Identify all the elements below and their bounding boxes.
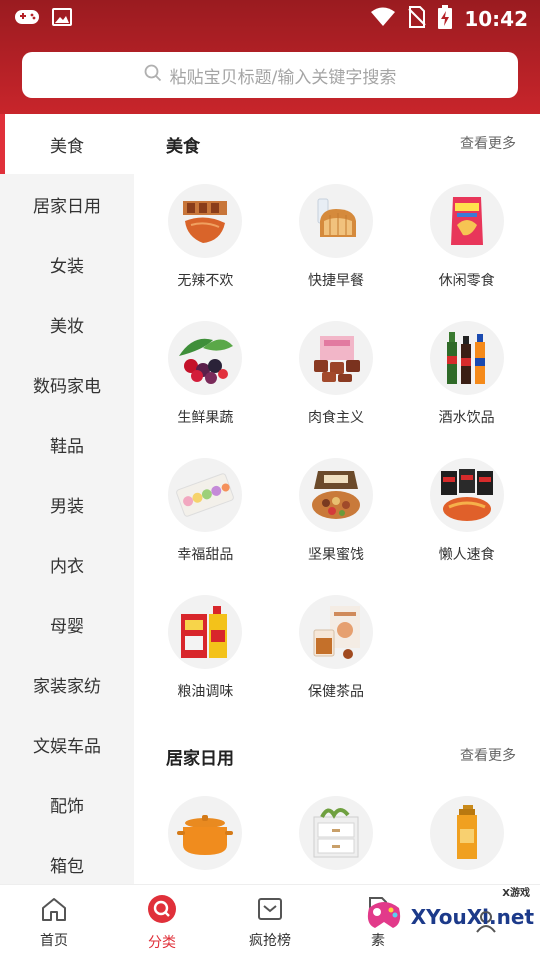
sidebar-item-mens[interactable]: 男装	[0, 474, 134, 534]
subcategory-instant-food[interactable]: 懒人速食	[401, 444, 532, 581]
watermark-logo: XYouXi.net X游戏	[363, 888, 534, 940]
sidebar-item-baby[interactable]: 母婴	[0, 594, 134, 654]
tab-home[interactable]: 首页	[0, 885, 108, 960]
sidebar-item-underwear[interactable]: 内衣	[0, 534, 134, 594]
gamepad-logo-icon	[363, 894, 405, 940]
search-input[interactable]: 粘贴宝贝标题/输入关键字搜索	[22, 52, 518, 98]
subcategory-grain-oil[interactable]: 粮油调味	[140, 581, 271, 718]
subcategory-breakfast[interactable]: 快捷早餐	[271, 170, 402, 307]
section-title: 居家日用	[166, 749, 234, 769]
sidebar-item-shoes[interactable]: 鞋品	[0, 414, 134, 474]
image-icon	[52, 8, 72, 30]
subcategory-fresh-produce[interactable]: 生鲜果蔬	[140, 307, 271, 444]
storage-drawer-thumb-icon	[298, 796, 373, 870]
bread-thumb-icon	[298, 184, 373, 258]
subcategory-desserts[interactable]: 幸福甜品	[140, 444, 271, 581]
subcategory-snacks[interactable]: 休闲零食	[401, 170, 532, 307]
drink-bottles-thumb-icon	[429, 321, 504, 395]
ranking-icon	[256, 896, 284, 926]
snack-bag-thumb-icon	[429, 184, 504, 258]
gamepad-icon	[14, 8, 40, 30]
wifi-icon	[370, 7, 396, 31]
tab-rush-ranking[interactable]: 疯抢榜	[216, 885, 324, 960]
sidebar-item-bags[interactable]: 箱包	[0, 834, 134, 884]
category-content: 美食 查看更多 无辣不欢 快捷早餐 休闲零食 生鲜果蔬 肉食主义 酒水饮品 幸福…	[134, 114, 540, 884]
view-more-link[interactable]: 查看更多	[460, 133, 516, 153]
subcategory-meat[interactable]: 肉食主义	[271, 307, 402, 444]
sidebar-item-accessories[interactable]: 配饰	[0, 774, 134, 834]
casserole-pot-thumb-icon	[168, 796, 243, 870]
tab-category[interactable]: 分类	[108, 885, 216, 960]
category-sidebar: 美食 居家日用 女装 美妆 数码家电 鞋品 男装 内衣 母婴 家装家纺 文娱车品…	[0, 114, 134, 884]
subcategory-cookware[interactable]	[140, 782, 271, 884]
search-category-icon	[147, 894, 177, 928]
sidebar-item-beauty[interactable]: 美妆	[0, 294, 134, 354]
search-icon	[144, 64, 162, 86]
status-bar: 10:42	[0, 0, 540, 38]
sidebar-item-womens[interactable]: 女装	[0, 234, 134, 294]
subcategory-toiletries[interactable]	[401, 782, 532, 884]
section-title: 美食	[166, 137, 200, 157]
beef-jerky-thumb-icon	[298, 321, 373, 395]
battery-charging-icon	[438, 5, 453, 33]
section-header-food: 美食 查看更多	[134, 114, 540, 170]
status-time: 10:42	[464, 7, 528, 31]
sidebar-item-home-textile[interactable]: 家装家纺	[0, 654, 134, 714]
macaron-box-thumb-icon	[168, 458, 243, 532]
no-sim-icon	[408, 6, 427, 32]
subcategory-nuts[interactable]: 坚果蜜饯	[271, 444, 402, 581]
shampoo-bottle-thumb-icon	[429, 796, 504, 870]
subcategory-spicy[interactable]: 无辣不欢	[140, 170, 271, 307]
rice-oil-thumb-icon	[168, 595, 243, 669]
subcategory-grid-home	[134, 782, 540, 884]
sidebar-item-digital[interactable]: 数码家电	[0, 354, 134, 414]
sidebar-item-entertainment-car[interactable]: 文娱车品	[0, 714, 134, 774]
sidebar-item-home-daily[interactable]: 居家日用	[0, 174, 134, 234]
home-icon	[40, 896, 68, 926]
tea-box-thumb-icon	[298, 595, 373, 669]
subcategory-grid: 无辣不欢 快捷早餐 休闲零食 生鲜果蔬 肉食主义 酒水饮品 幸福甜品 坚果蜜饯 …	[134, 170, 540, 718]
noodles-thumb-icon	[429, 458, 504, 532]
section-header-home-daily: 居家日用 查看更多	[134, 726, 540, 782]
subcategory-health-tea[interactable]: 保健茶品	[271, 581, 402, 718]
spicy-snack-thumb-icon	[168, 184, 243, 258]
subcategory-drinks[interactable]: 酒水饮品	[401, 307, 532, 444]
subcategory-storage[interactable]	[271, 782, 402, 884]
search-placeholder: 粘贴宝贝标题/输入关键字搜索	[169, 67, 397, 88]
nuts-gift-thumb-icon	[298, 458, 373, 532]
sidebar-item-food[interactable]: 美食	[0, 114, 134, 174]
berries-thumb-icon	[168, 321, 243, 395]
view-more-link[interactable]: 查看更多	[460, 745, 516, 765]
